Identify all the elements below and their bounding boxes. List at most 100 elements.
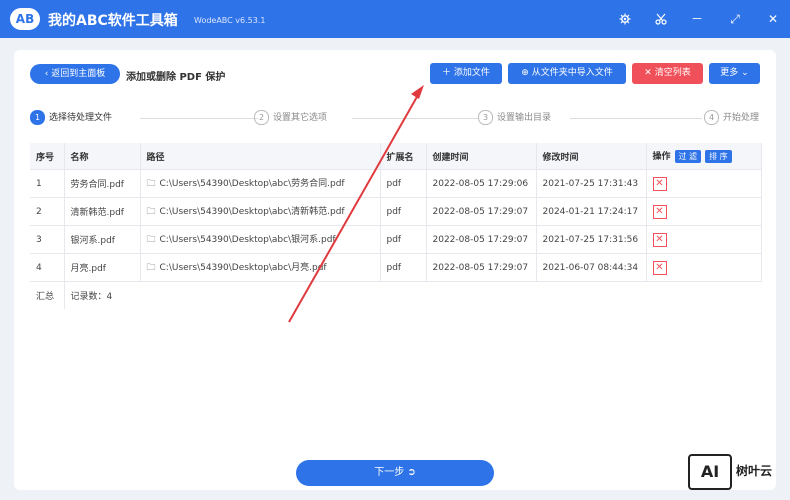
- clear-list-label: 清空列表: [654, 68, 691, 78]
- table-row: 2 清新韩范.pdf 🗀 C:\Users\54390\Desktop\abc\清…: [30, 197, 762, 226]
- cell-index: 1: [30, 169, 65, 198]
- cell-created: 2022-08-05 17:29:07: [426, 253, 537, 282]
- step-4: 4 开始处理: [704, 110, 759, 126]
- cell-path: 🗀 C:\Users\54390\Desktop\abc\清新韩范.pdf: [140, 197, 381, 226]
- cell-name: 月亮.pdf: [64, 253, 141, 282]
- folder-icon[interactable]: 🗀: [147, 179, 156, 189]
- cell-modified: 2021-07-25 17:31:56: [536, 225, 647, 254]
- cell-path: 🗀 C:\Users\54390\Desktop\abc\劳务合同.pdf: [140, 169, 381, 198]
- folder-icon[interactable]: 🗀: [147, 235, 156, 245]
- more-label: 更多: [720, 68, 739, 78]
- delete-row-button[interactable]: ✕: [652, 204, 667, 219]
- watermark-logo: AI: [688, 454, 732, 490]
- table-row: 4 月亮.pdf 🗀 C:\Users\54390\Desktop\abc\月亮.…: [30, 253, 762, 282]
- scissors-icon: [655, 13, 667, 25]
- clear-list-button[interactable]: ✕ 清空列表: [632, 63, 703, 84]
- step-3: 3 设置输出目录: [478, 110, 551, 126]
- plus-icon: ＋: [442, 68, 454, 78]
- app-logo: AB: [10, 8, 40, 30]
- step-label: 设置其它选项: [273, 113, 328, 123]
- cell-index: 4: [30, 253, 65, 282]
- step-label: 设置输出目录: [497, 113, 552, 123]
- settings-button[interactable]: [616, 10, 634, 28]
- cell-created: 2022-08-05 17:29:07: [426, 197, 537, 226]
- close-icon: ✕: [644, 68, 655, 78]
- col-header-action: 操作过 滤排 序: [646, 143, 762, 170]
- watermark: AI 树叶云: [686, 452, 788, 492]
- step-label: 选择待处理文件: [49, 113, 113, 123]
- action-header-label: 操作: [652, 152, 671, 162]
- import-folder-label: 从文件夹中导入文件: [531, 68, 613, 78]
- path-text: C:\Users\54390\Desktop\abc\清新韩范.pdf: [159, 206, 345, 217]
- cell-name: 劳务合同.pdf: [64, 169, 141, 198]
- col-header-name: 名称: [64, 143, 141, 170]
- minimize-button[interactable]: －: [688, 10, 706, 28]
- path-text: C:\Users\54390\Desktop\abc\劳务合同.pdf: [159, 178, 345, 189]
- cell-ext: pdf: [380, 169, 427, 198]
- circle-plus-icon: ⊕: [521, 68, 532, 78]
- table-row: 3 银河系.pdf 🗀 C:\Users\54390\Desktop\abc\银河…: [30, 225, 762, 254]
- step-1: 1 选择待处理文件: [30, 110, 112, 126]
- delete-row-button[interactable]: ✕: [652, 176, 667, 191]
- close-button[interactable]: ✕: [764, 10, 782, 28]
- cell-created: 2022-08-05 17:29:06: [426, 169, 537, 198]
- col-header-index: 序号: [30, 143, 65, 170]
- sort-button[interactable]: 排 序: [705, 150, 732, 163]
- app-title: 我的ABC软件工具箱: [48, 13, 178, 29]
- step-connector: [352, 118, 478, 119]
- delete-row-button[interactable]: ✕: [652, 232, 667, 247]
- back-to-main-button[interactable]: ‹ 返回到主面板: [30, 64, 120, 84]
- path-text: C:\Users\54390\Desktop\abc\月亮.pdf: [159, 262, 327, 273]
- cell-modified: 2021-06-07 08:44:34: [536, 253, 647, 282]
- summary-label: 汇总: [30, 281, 65, 309]
- cell-created: 2022-08-05 17:29:07: [426, 225, 537, 254]
- cell-modified: 2024-01-21 17:24:17: [536, 197, 647, 226]
- record-count: 记录数：4: [64, 281, 761, 309]
- cell-ext: pdf: [380, 253, 427, 282]
- add-files-label: 添加文件: [453, 68, 490, 78]
- cell-path: 🗀 C:\Users\54390\Desktop\abc\月亮.pdf: [140, 253, 381, 282]
- add-files-button[interactable]: ＋ 添加文件: [430, 63, 502, 84]
- cell-action: ✕: [646, 225, 762, 254]
- step-number: 4: [704, 110, 719, 125]
- folder-icon[interactable]: 🗀: [147, 263, 156, 273]
- import-folder-button[interactable]: ⊕ 从文件夹中导入文件: [508, 63, 626, 84]
- title-bar: AB 我的ABC软件工具箱 WodeABC v6.53.1 － ⤢ ✕: [0, 0, 790, 38]
- more-button[interactable]: 更多 ⌄: [709, 63, 760, 84]
- filter-button[interactable]: 过 滤: [674, 150, 702, 163]
- page-title: 添加或删除 PDF 保护: [126, 72, 226, 83]
- delete-row-button[interactable]: ✕: [652, 260, 667, 275]
- next-step-label: 下一步: [374, 467, 405, 478]
- step-connector: [140, 118, 258, 119]
- summary-row: 汇总 记录数：4: [30, 281, 761, 309]
- table-row: 1 劳务合同.pdf 🗀 C:\Users\54390\Desktop\abc\劳…: [30, 169, 762, 198]
- cell-path: 🗀 C:\Users\54390\Desktop\abc\银河系.pdf: [140, 225, 381, 254]
- cell-index: 2: [30, 197, 65, 226]
- tools-button[interactable]: [652, 10, 670, 28]
- watermark-text: 树叶云: [736, 464, 773, 478]
- arrow-right-circle-icon: ➲: [404, 467, 416, 478]
- cell-action: ✕: [646, 253, 762, 282]
- step-connector: [570, 118, 702, 119]
- chevron-down-icon: ⌄: [738, 68, 749, 78]
- step-number: 3: [478, 110, 493, 125]
- col-header-ext: 扩展名: [380, 143, 427, 170]
- step-2: 2 设置其它选项: [254, 110, 327, 126]
- file-table: 序号 名称 路径 扩展名 创建时间 修改时间 操作过 滤排 序 1 劳务合同.p…: [30, 143, 762, 309]
- cell-action: ✕: [646, 197, 762, 226]
- folder-icon[interactable]: 🗀: [147, 207, 156, 217]
- table-header-row: 序号 名称 路径 扩展名 创建时间 修改时间 操作过 滤排 序: [30, 143, 762, 170]
- cell-modified: 2021-07-25 17:31:43: [536, 169, 647, 198]
- step-indicator: 1 选择待处理文件 2 设置其它选项 3 设置输出目录 4 开始处理: [30, 110, 776, 126]
- app-version: WodeABC v6.53.1: [194, 16, 266, 25]
- next-step-button[interactable]: 下一步 ➲: [296, 460, 494, 486]
- cell-ext: pdf: [380, 225, 427, 254]
- gear-icon: [619, 13, 631, 25]
- path-text: C:\Users\54390\Desktop\abc\银河系.pdf: [159, 234, 336, 245]
- step-number: 2: [254, 110, 269, 125]
- col-header-created: 创建时间: [426, 143, 537, 170]
- cell-index: 3: [30, 225, 65, 254]
- step-number: 1: [30, 110, 45, 125]
- col-header-modified: 修改时间: [536, 143, 647, 170]
- maximize-button[interactable]: ⤢: [726, 10, 744, 28]
